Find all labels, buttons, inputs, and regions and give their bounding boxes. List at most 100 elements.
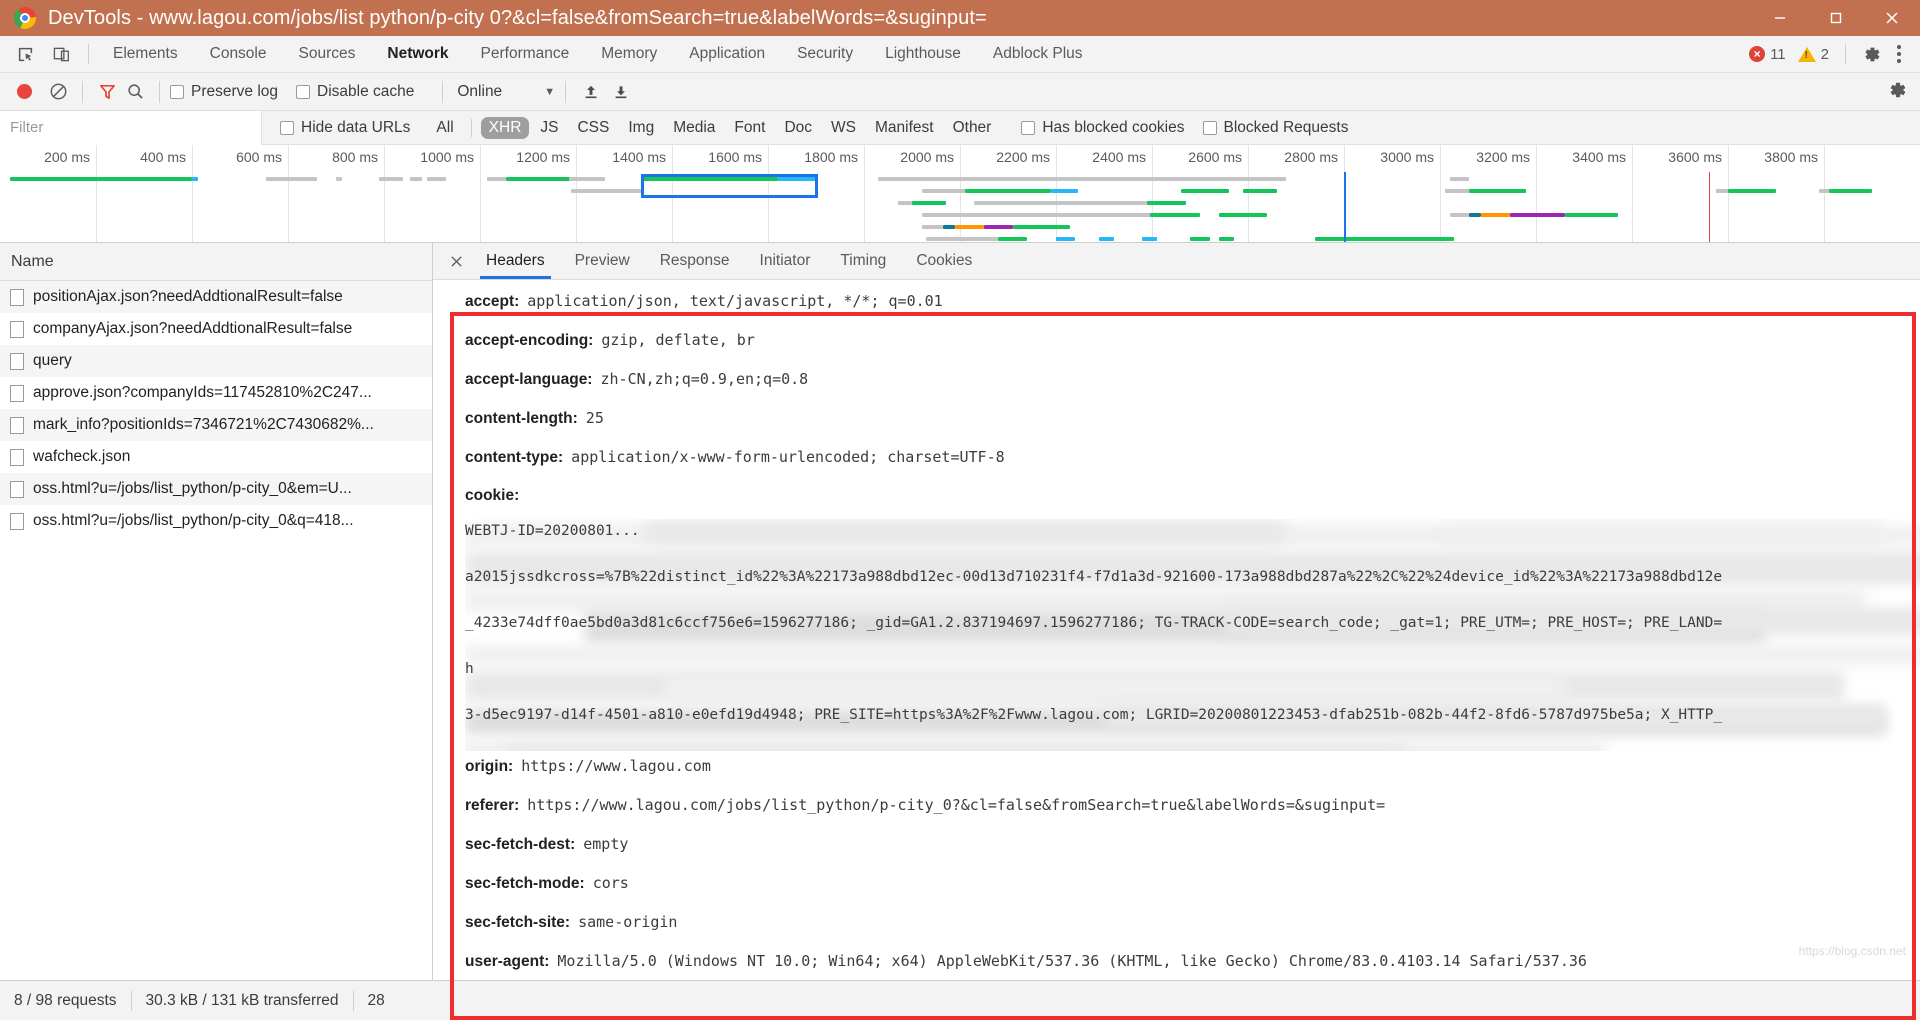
import-har-icon[interactable] — [576, 78, 606, 106]
type-filter-manifest[interactable]: Manifest — [867, 117, 942, 139]
tab-security[interactable]: Security — [781, 36, 869, 72]
tab-preview-label: Preview — [574, 252, 630, 269]
gear-icon[interactable] — [1858, 41, 1884, 67]
error-count-badge[interactable]: × 11 — [1745, 46, 1790, 63]
cookie-fragment: 3-d5ec9197-d14f-4501-a810-e0efd19d4948; … — [465, 707, 1723, 723]
chrome-logo-icon — [14, 7, 36, 29]
header-name: sec-fetch-mode: — [465, 875, 585, 892]
request-row[interactable]: query — [0, 345, 432, 377]
blocked-requests-checkbox[interactable]: Blocked Requests — [1202, 119, 1348, 137]
tab-elements[interactable]: Elements — [97, 36, 194, 72]
timeline-bar — [921, 189, 965, 193]
type-filter-ws[interactable]: WS — [823, 117, 864, 139]
tab-timing[interactable]: Timing — [825, 243, 901, 279]
has-blocked-cookies-checkbox[interactable]: Has blocked cookies — [1021, 119, 1185, 137]
timeline-tick-label: 1600 ms — [708, 149, 762, 165]
network-toolbar: Preserve log Disable cache Online ▼ — [0, 73, 1920, 111]
status-divider — [1845, 44, 1846, 64]
timeline-bar — [1051, 189, 1078, 193]
network-overview-timeline[interactable]: 200 ms 400 ms 600 ms 800 ms 1000 ms 1200 ms 14… — [0, 145, 1920, 243]
request-row[interactable]: oss.html?u=/jobs/list_python/p-city_0&q=… — [0, 505, 432, 537]
type-filter-css[interactable]: CSS — [569, 117, 617, 139]
header-value: cors — [592, 874, 629, 892]
type-filter-img[interactable]: Img — [620, 117, 662, 139]
filter-funnel-icon[interactable] — [93, 78, 121, 106]
request-row[interactable]: mark_info?positionIds=7346721%2C7430682%… — [0, 409, 432, 441]
timeline-bar — [336, 177, 342, 181]
header-row: origin: https://www.lagou.com — [465, 757, 1920, 776]
maximize-button[interactable] — [1808, 0, 1864, 36]
type-filter-other[interactable]: Other — [945, 117, 1000, 139]
tab-performance[interactable]: Performance — [465, 36, 586, 72]
hide-data-urls-checkbox[interactable]: Hide data URLs — [280, 119, 410, 137]
hide-data-urls-box — [280, 120, 294, 135]
window-controls — [1752, 0, 1920, 36]
minimize-button[interactable] — [1752, 0, 1808, 36]
throttling-select[interactable]: Online ▼ — [457, 83, 555, 101]
inspect-element-icon[interactable] — [12, 41, 38, 67]
request-row[interactable]: positionAjax.json?needAddtionalResult=fa… — [0, 281, 432, 313]
request-row[interactable]: oss.html?u=/jobs/list_python/p-city_0&em… — [0, 473, 432, 505]
timeline-bar — [964, 189, 1052, 193]
tab-sources[interactable]: Sources — [283, 36, 372, 72]
filter-input[interactable] — [0, 110, 262, 145]
type-filter-js[interactable]: JS — [532, 117, 566, 139]
tab-memory[interactable]: Memory — [585, 36, 673, 72]
export-har-icon[interactable] — [606, 78, 636, 106]
resource-type-filters: All XHR JS CSS Img Media Font Doc WS Man… — [428, 116, 1000, 139]
tab-initiator[interactable]: Initiator — [745, 243, 826, 279]
tab-console[interactable]: Console — [194, 36, 283, 72]
search-icon[interactable] — [121, 78, 149, 106]
tab-lighthouse[interactable]: Lighthouse — [869, 36, 977, 72]
close-icon[interactable] — [441, 246, 471, 276]
tab-application-label: Application — [689, 45, 766, 62]
close-button[interactable] — [1864, 0, 1920, 36]
network-settings-gear-icon[interactable] — [1886, 79, 1908, 106]
record-button[interactable] — [10, 78, 38, 106]
timeline-selection-frame[interactable] — [640, 174, 819, 198]
timeline-bar — [1716, 189, 1728, 193]
timeline-bar — [1219, 213, 1268, 217]
type-filter-all[interactable]: All — [428, 117, 461, 139]
header-name: origin: — [465, 758, 514, 775]
type-filter-xhr[interactable]: XHR — [480, 116, 530, 139]
timeline-tick-label: 3400 ms — [1572, 149, 1626, 165]
request-name: query — [33, 352, 72, 369]
type-filter-font[interactable]: Font — [726, 117, 773, 139]
timeline-tick-label: 2400 ms — [1092, 149, 1146, 165]
header-name: accept: — [465, 293, 520, 310]
request-row[interactable]: companyAjax.json?needAddtionalResult=fal… — [0, 313, 432, 345]
tab-cookies[interactable]: Cookies — [901, 243, 987, 279]
warning-count-badge[interactable]: 2 — [1794, 46, 1833, 63]
warning-icon — [1797, 46, 1816, 62]
timeline-tick-label: 400 ms — [140, 149, 186, 165]
request-list[interactable]: positionAjax.json?needAddtionalResult=fa… — [0, 281, 432, 980]
timeline-gridline — [96, 145, 97, 242]
request-list-header[interactable]: Name — [0, 243, 432, 281]
header-value: application/json, text/javascript, */*; … — [527, 292, 943, 310]
request-headers-list[interactable]: accept: application/json, text/javascript… — [433, 280, 1920, 980]
preserve-log-checkbox[interactable]: Preserve log — [170, 83, 278, 101]
disable-cache-checkbox[interactable]: Disable cache — [296, 83, 414, 101]
clear-button[interactable] — [44, 78, 72, 106]
kebab-menu-icon[interactable] — [1888, 41, 1910, 67]
tab-preview[interactable]: Preview — [560, 243, 645, 279]
tab-response[interactable]: Response — [645, 243, 745, 279]
type-filter-media[interactable]: Media — [665, 117, 723, 139]
cookie-value-redacted: WEBTJ-ID=20200801... a2015jssdkcross=%7B%… — [465, 519, 1920, 751]
type-filter-doc[interactable]: Doc — [776, 117, 820, 139]
tab-network[interactable]: Network — [371, 36, 464, 72]
tab-adblock-plus[interactable]: Adblock Plus — [977, 36, 1099, 72]
preserve-log-label: Preserve log — [191, 82, 279, 100]
request-row[interactable]: wafcheck.json — [0, 441, 432, 473]
tab-headers[interactable]: Headers — [471, 243, 560, 279]
request-row[interactable]: approve.json?companyIds=117452810%2C247.… — [0, 377, 432, 409]
network-statusbar: 8 / 98 requests 30.3 kB / 131 kB transfe… — [0, 980, 1920, 1020]
toggle-device-toolbar-icon[interactable] — [48, 41, 74, 67]
blur-overlay — [505, 745, 1405, 751]
timeline-bar — [1449, 177, 1469, 181]
tab-cookies-label: Cookies — [916, 252, 973, 269]
tab-application[interactable]: Application — [673, 36, 781, 72]
header-row: content-length: 25 — [465, 409, 1920, 428]
has-blocked-cookies-box — [1021, 120, 1036, 135]
